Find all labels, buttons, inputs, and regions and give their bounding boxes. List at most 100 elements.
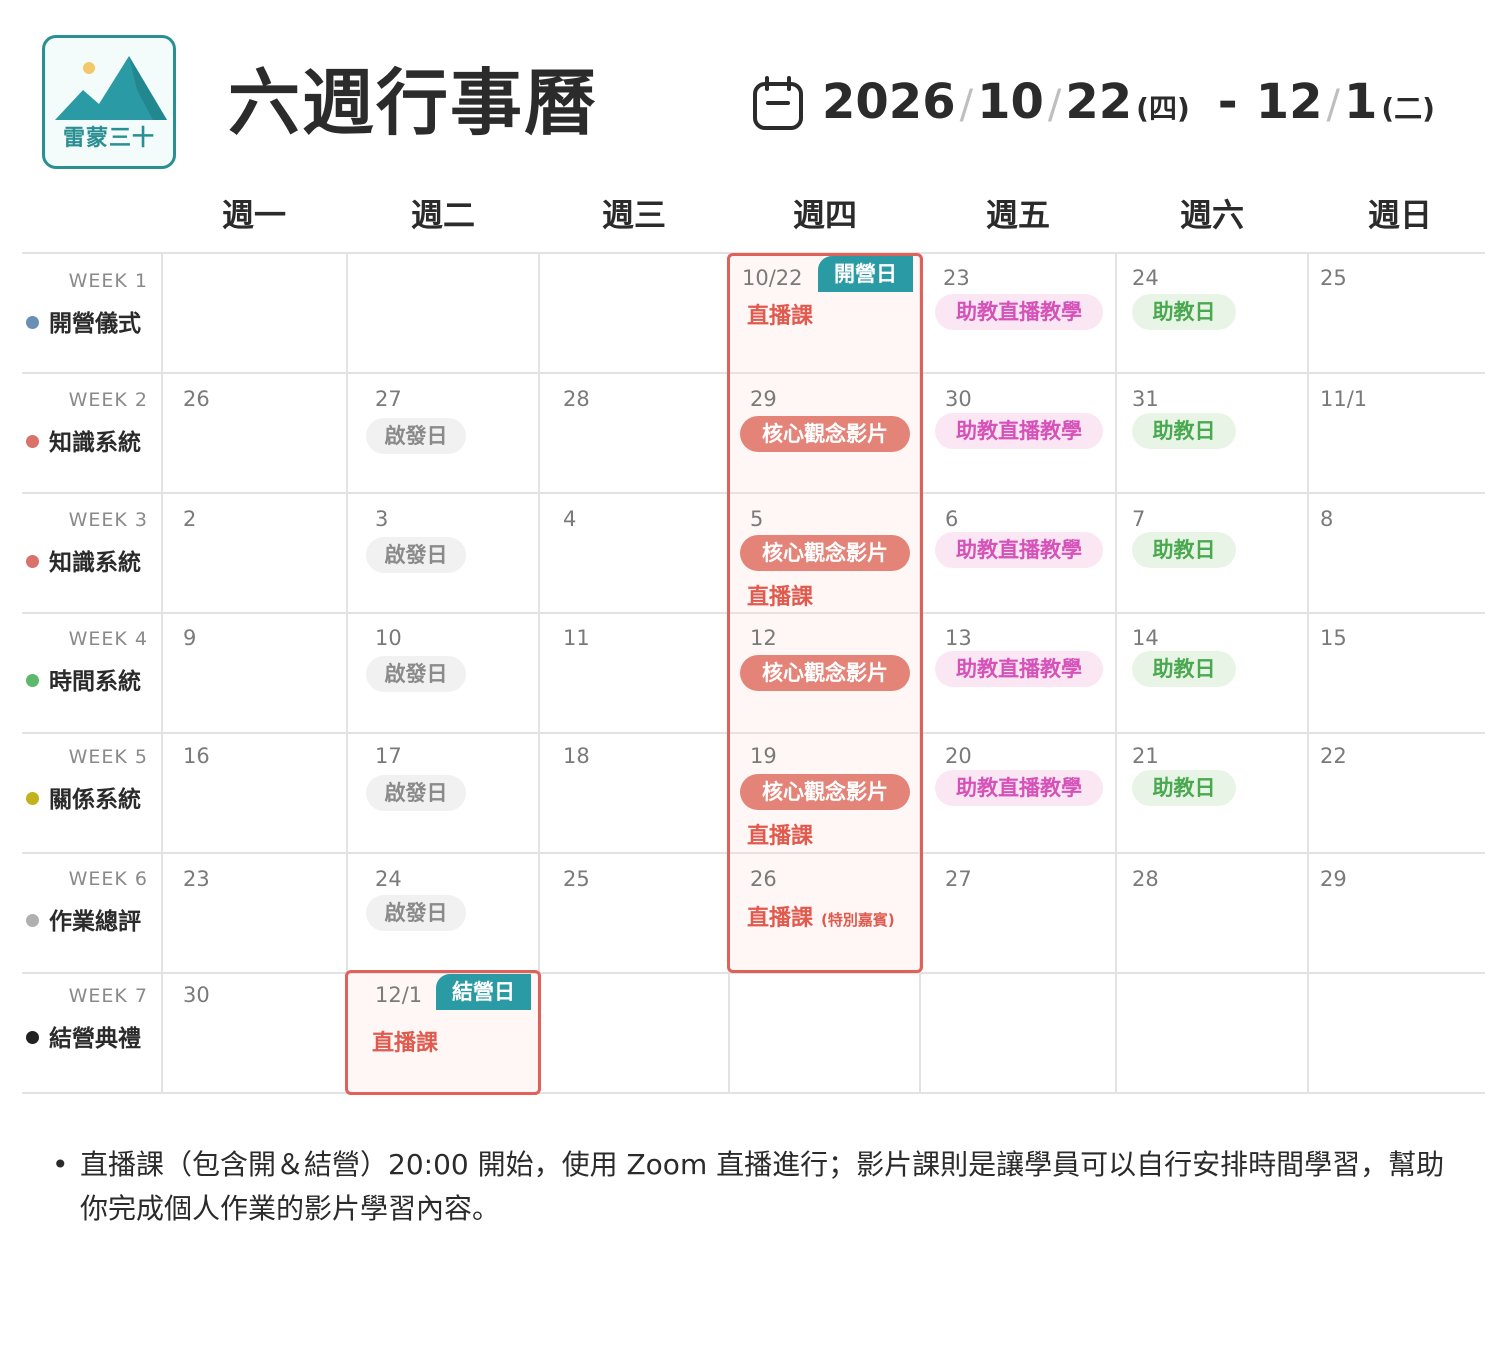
date-range: 2026/10/22 (四) -12/1 (二) xyxy=(822,70,1445,141)
cell-date: 26 xyxy=(750,867,777,891)
cell-date: 11/1 xyxy=(1320,387,1368,411)
weekday-header-fri: 週五 xyxy=(985,196,1050,234)
special-guest-note: (特別嘉賓) xyxy=(821,911,895,929)
week-theme-label: 結營典禮 xyxy=(49,1026,141,1052)
inspiration-day-pill: 啟發日 xyxy=(366,537,466,573)
logo-text: 雷蒙三十 xyxy=(62,126,155,151)
week-theme: 結營典禮 xyxy=(26,1019,141,1053)
inspiration-day-pill: 啟發日 xyxy=(366,656,466,692)
week-theme: 知識系統 xyxy=(26,543,141,577)
start-month: 10 xyxy=(977,74,1044,130)
core-video-pill: 核心觀念影片 xyxy=(740,655,910,691)
cell-date: 26 xyxy=(183,387,210,411)
cell-date: 24 xyxy=(1132,266,1159,290)
live-class-label: 直播課 xyxy=(747,906,814,931)
cell-date: 8 xyxy=(1320,507,1334,531)
cell-date: 30 xyxy=(183,983,210,1007)
cell-date: 24 xyxy=(375,867,402,891)
ta-live-pill: 助教直播教學 xyxy=(935,651,1103,687)
weekday-header-sat: 週六 xyxy=(1179,196,1244,234)
date-separator: / xyxy=(1047,82,1062,128)
week-theme: 時間系統 xyxy=(26,662,141,696)
cell-date: 27 xyxy=(945,867,972,891)
cell-date: 30 xyxy=(945,387,972,411)
ta-live-pill: 助教直播教學 xyxy=(935,532,1103,568)
cell-date: 3 xyxy=(375,507,389,531)
week-number: WEEK 6 xyxy=(68,868,148,890)
cell-date: 10 xyxy=(375,626,402,650)
schedule-note: • 直播課（包含開＆結營）20:00 開始，使用 Zoom 直播進行；影片課則是… xyxy=(52,1143,1452,1231)
cell-date: 17 xyxy=(375,744,402,768)
inspiration-day-pill: 啟發日 xyxy=(366,418,466,454)
week-number: WEEK 4 xyxy=(68,628,148,650)
week-theme: 開營儀式 xyxy=(26,304,141,338)
week-theme: 作業總評 xyxy=(26,902,141,936)
week-theme-label: 開營儀式 xyxy=(49,311,141,337)
grid-line xyxy=(346,252,348,1094)
cell-date: 18 xyxy=(563,744,590,768)
cell-date: 31 xyxy=(1132,387,1159,411)
grid-line xyxy=(22,1092,1485,1094)
cell-date: 9 xyxy=(183,626,197,650)
cell-date: 22 xyxy=(1320,744,1347,768)
ta-day-pill: 助教日 xyxy=(1132,413,1236,449)
cell-date: 20 xyxy=(945,744,972,768)
closing-day-badge: 結營日 xyxy=(436,974,531,1010)
core-video-pill: 核心觀念影片 xyxy=(740,416,910,452)
cell-date: 25 xyxy=(1320,266,1347,290)
week-number: WEEK 3 xyxy=(68,509,148,531)
cell-date: 2 xyxy=(183,507,197,531)
date-separator: / xyxy=(1326,82,1340,128)
live-class-special-guest: 直播課 (特別嘉賓) xyxy=(747,900,895,932)
week-theme-label: 知識系統 xyxy=(49,430,141,456)
week-theme-label: 關係系統 xyxy=(49,787,141,813)
core-video-pill: 核心觀念影片 xyxy=(740,535,910,571)
cell-date: 15 xyxy=(1320,626,1347,650)
ta-day-pill: 助教日 xyxy=(1132,770,1236,806)
grid-line xyxy=(161,252,163,1094)
bullet-icon: • xyxy=(52,1148,69,1181)
week-dot-icon xyxy=(26,316,39,329)
ta-day-pill: 助教日 xyxy=(1132,532,1236,568)
live-class-label: 直播課 xyxy=(747,585,814,610)
week-dot-icon xyxy=(26,555,39,568)
ta-day-pill: 助教日 xyxy=(1132,294,1236,330)
cell-date: 16 xyxy=(183,744,210,768)
ta-live-pill: 助教直播教學 xyxy=(935,770,1103,806)
cell-date: 28 xyxy=(563,387,590,411)
weekday-header-tue: 週二 xyxy=(410,196,475,234)
grid-line xyxy=(1307,252,1309,1094)
start-weekday: (四) xyxy=(1136,92,1190,125)
cell-date: 6 xyxy=(945,507,959,531)
weekday-header-thu: 週四 xyxy=(792,196,857,234)
cell-date: 21 xyxy=(1132,744,1159,768)
cell-date: 4 xyxy=(563,507,577,531)
week-dot-icon xyxy=(26,914,39,927)
cell-date: 19 xyxy=(750,744,777,768)
weekday-header-sun: 週日 xyxy=(1367,196,1432,234)
inspiration-day-pill: 啟發日 xyxy=(366,775,466,811)
ta-day-pill: 助教日 xyxy=(1132,651,1236,687)
cell-date: 14 xyxy=(1132,626,1159,650)
cell-date: 13 xyxy=(945,626,972,650)
grid-line xyxy=(1115,252,1117,1094)
week-theme-label: 知識系統 xyxy=(49,550,141,576)
schedule-note-text: 直播課（包含開＆結營）20:00 開始，使用 Zoom 直播進行；影片課則是讓學… xyxy=(80,1148,1445,1225)
live-class-label: 直播課 xyxy=(372,1031,439,1056)
start-year: 2026 xyxy=(822,74,956,130)
week-theme-label: 時間系統 xyxy=(49,669,141,695)
cell-date: 27 xyxy=(375,387,402,411)
date-separator: / xyxy=(959,82,974,128)
opening-day-column-highlight xyxy=(727,253,923,973)
brand-logo: 雷蒙三十 xyxy=(42,35,176,169)
cell-date: 12 xyxy=(750,626,777,650)
cell-date: 7 xyxy=(1132,507,1146,531)
week-theme: 知識系統 xyxy=(26,423,141,457)
week-number: WEEK 5 xyxy=(68,746,148,768)
inspiration-day-pill: 啟發日 xyxy=(366,895,466,931)
week-dot-icon xyxy=(26,792,39,805)
ta-live-pill: 助教直播教學 xyxy=(935,294,1103,330)
end-weekday: (二) xyxy=(1381,92,1435,125)
cell-date: 11 xyxy=(563,626,590,650)
weekday-header-mon: 週一 xyxy=(221,196,286,234)
